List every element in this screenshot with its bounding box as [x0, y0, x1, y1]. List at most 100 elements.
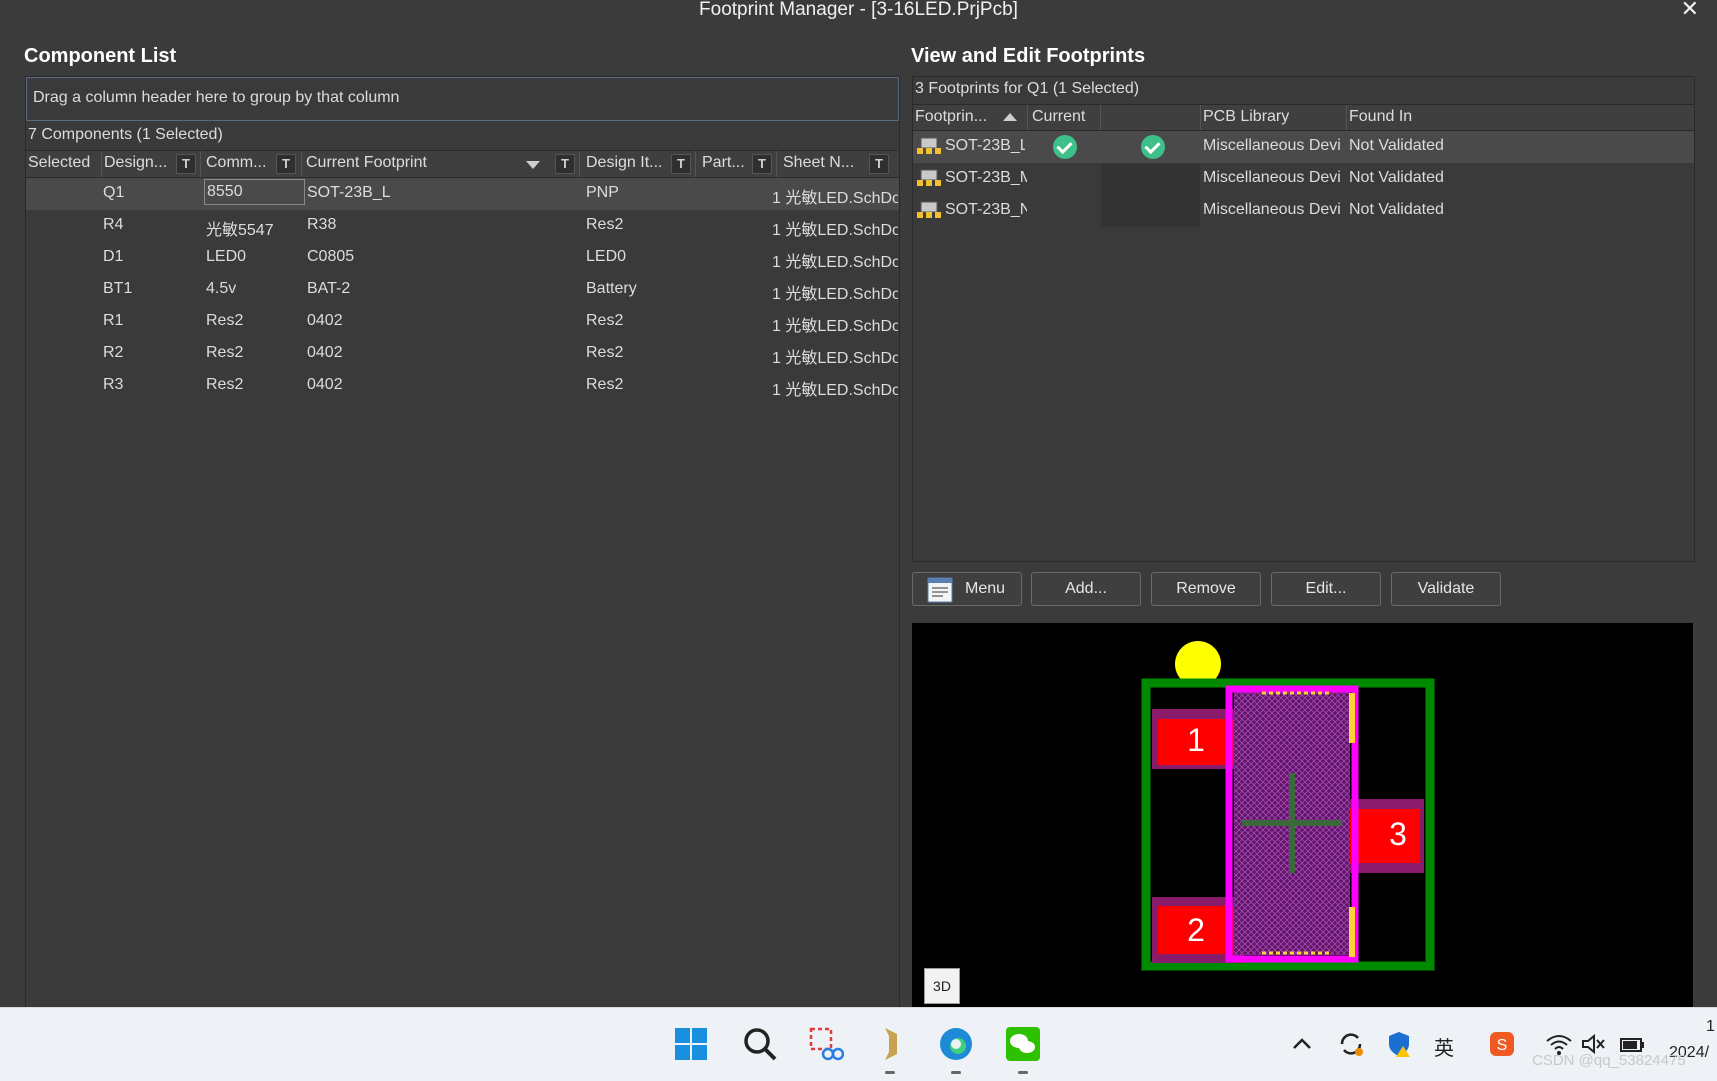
menu-label: Menu [964, 580, 1006, 597]
check-circle-icon [1053, 135, 1077, 159]
col-designator[interactable]: Design... [104, 154, 167, 172]
cell-sheet: 1 光敏LED.SchDoc [772, 222, 898, 239]
edge-browser-icon[interactable] [938, 1026, 974, 1062]
menu-button[interactable]: Menu [912, 572, 1022, 606]
cell-footprint: C0805 [307, 248, 355, 265]
table-row[interactable]: D1 LED0 C0805 LED0 1 光敏LED.SchDoc [26, 242, 899, 274]
clock-time[interactable]: 1 [1706, 1018, 1715, 1036]
component-list-panel: Drag a column header here to group by th… [25, 76, 900, 1008]
altium-designer-icon[interactable] [873, 1026, 909, 1062]
cell-design-item: Res2 [586, 344, 624, 361]
cell-designator: R2 [103, 344, 124, 361]
wechat-icon[interactable] [1005, 1026, 1041, 1062]
filter-icon[interactable]: T [176, 154, 196, 174]
windows-start-icon[interactable] [673, 1026, 709, 1062]
cell-pcb-library: Miscellaneous Devi [1203, 169, 1341, 186]
filter-icon[interactable]: T [671, 154, 691, 174]
component-rows: Q1 8550 SOT-23B_L PNP 1 光敏LED.SchDoc R4 … [26, 178, 899, 402]
filter-icon[interactable]: T [752, 154, 772, 174]
col-selected[interactable]: Selected [28, 154, 90, 172]
cell-sheet: 1 光敏LED.SchDoc [772, 382, 898, 399]
remove-button[interactable]: Remove [1151, 572, 1261, 606]
snipping-tool-icon[interactable] [808, 1026, 844, 1062]
cell-comment: LED0 [206, 248, 247, 265]
cell-sheet: 1 光敏LED.SchDoc [772, 254, 898, 271]
pad-1-label: 1 [1187, 722, 1205, 758]
footprints-title: View and Edit Footprints [911, 45, 1146, 67]
filter-icon[interactable]: T [869, 154, 889, 174]
col-current[interactable]: Current [1032, 108, 1085, 126]
cell-footprint-name: SOT-23B_M [945, 169, 1027, 186]
add-button[interactable]: Add... [1031, 572, 1141, 606]
cell-comment: Res2 [206, 376, 244, 393]
table-row[interactable]: R1 Res2 0402 Res2 1 光敏LED.SchDoc [26, 306, 899, 338]
cell-comment: 4.5v [206, 280, 237, 297]
table-row[interactable]: SOT-23B_N Miscellaneous Devi Not Validat… [913, 195, 1694, 227]
cell-designator: D1 [103, 248, 124, 265]
ime-indicator[interactable]: 英 [1434, 1032, 1454, 1061]
col-current-footprint[interactable]: Current Footprint [306, 154, 427, 172]
cell-sheet: 1 光敏LED.SchDoc [772, 350, 898, 367]
col-sheet[interactable]: Sheet N... [783, 154, 854, 172]
sync-icon[interactable] [1337, 1030, 1365, 1058]
group-by-area[interactable]: Drag a column header here to group by th… [26, 77, 899, 121]
footprint-preview-canvas: 1 2 3 [1141, 641, 1435, 971]
check-circle-icon [1141, 135, 1165, 159]
filter-icon[interactable]: T [276, 154, 296, 174]
col-design-item[interactable]: Design It... [586, 154, 662, 172]
col-comment[interactable]: Comm... [206, 154, 266, 172]
cell-design-item: Res2 [586, 376, 624, 393]
cell-design-item: PNP [586, 184, 619, 201]
cell-comment: Res2 [206, 344, 244, 361]
cell-sheet: 1 光敏LED.SchDoc [772, 190, 898, 207]
table-row[interactable]: BT1 4.5v BAT-2 Battery 1 光敏LED.SchDoc [26, 274, 899, 306]
footprint-list-panel: 3 Footprints for Q1 (1 Selected) Footpri… [912, 76, 1695, 562]
title-bar: Footprint Manager - [3-16LED.PrjPcb] ✕ [0, 0, 1717, 24]
sort-asc-icon[interactable] [1003, 113, 1017, 121]
sogou-input-icon[interactable]: S [1488, 1030, 1516, 1058]
security-shield-icon[interactable] [1385, 1030, 1413, 1058]
sort-desc-icon[interactable] [526, 161, 540, 169]
cell-pcb-library: Miscellaneous Devi [1203, 201, 1341, 218]
cell-comment: Res2 [206, 312, 244, 329]
cell-design-item: Battery [586, 280, 637, 297]
search-icon[interactable] [742, 1026, 778, 1062]
col-found-in[interactable]: Found In [1349, 108, 1412, 126]
cell-design-item: Res2 [586, 312, 624, 329]
cell-design-item: LED0 [586, 248, 627, 265]
edit-button[interactable]: Edit... [1271, 572, 1381, 606]
filter-icon[interactable]: T [555, 154, 575, 174]
component-count: 7 Components (1 Selected) [28, 126, 223, 143]
window-title: Footprint Manager - [3-16LED.PrjPcb] [699, 0, 1018, 20]
footprint-table-header: Footprin... Current PCB Library Found In [913, 104, 1694, 131]
col-part[interactable]: Part... [702, 154, 745, 172]
3d-toggle-button[interactable]: 3D [924, 968, 960, 1004]
cell-found-in: Not Validated [1349, 201, 1444, 218]
component-list-title: Component List [24, 45, 177, 67]
footprint-count: 3 Footprints for Q1 (1 Selected) [915, 80, 1140, 97]
table-row[interactable]: R2 Res2 0402 Res2 1 光敏LED.SchDoc [26, 338, 899, 370]
col-pcb-library[interactable]: PCB Library [1203, 108, 1289, 126]
watermark-text: CSDN @qq_53824475 [1532, 1052, 1686, 1069]
close-icon[interactable]: ✕ [1681, 0, 1699, 22]
table-row[interactable]: Q1 8550 SOT-23B_L PNP 1 光敏LED.SchDoc [26, 178, 899, 210]
cell-designator: Q1 [103, 184, 125, 201]
windows-taskbar: 英 S 2024/ 1 [0, 1007, 1717, 1081]
validate-button[interactable]: Validate [1391, 572, 1501, 606]
table-row[interactable]: R4 光敏5547 R38 Res2 1 光敏LED.SchDoc [26, 210, 899, 242]
footprint-preview[interactable]: 1 2 3 3D [912, 623, 1693, 1008]
table-row[interactable]: SOT-23B_L Miscellaneous Devi Not Validat… [913, 131, 1694, 163]
cell-comment[interactable]: 8550 [204, 179, 305, 205]
chevron-up-icon[interactable] [1290, 1032, 1314, 1056]
cell-footprint: 0402 [307, 344, 343, 361]
cell-found-in: Not Validated [1349, 137, 1444, 154]
col-footprint[interactable]: Footprin... [915, 108, 987, 126]
cell-footprint: 0402 [307, 312, 343, 329]
cell-pcb-library: Miscellaneous Devi [1203, 137, 1341, 154]
cell-footprint-name: SOT-23B_N [945, 201, 1027, 218]
cell-footprint: SOT-23B_L [307, 184, 391, 201]
cell-designator: R3 [103, 376, 124, 393]
cell-sheet: 1 光敏LED.SchDoc [772, 318, 898, 335]
table-row[interactable]: R3 Res2 0402 Res2 1 光敏LED.SchDoc [26, 370, 899, 402]
table-row[interactable]: SOT-23B_M Miscellaneous Devi Not Validat… [913, 163, 1694, 195]
